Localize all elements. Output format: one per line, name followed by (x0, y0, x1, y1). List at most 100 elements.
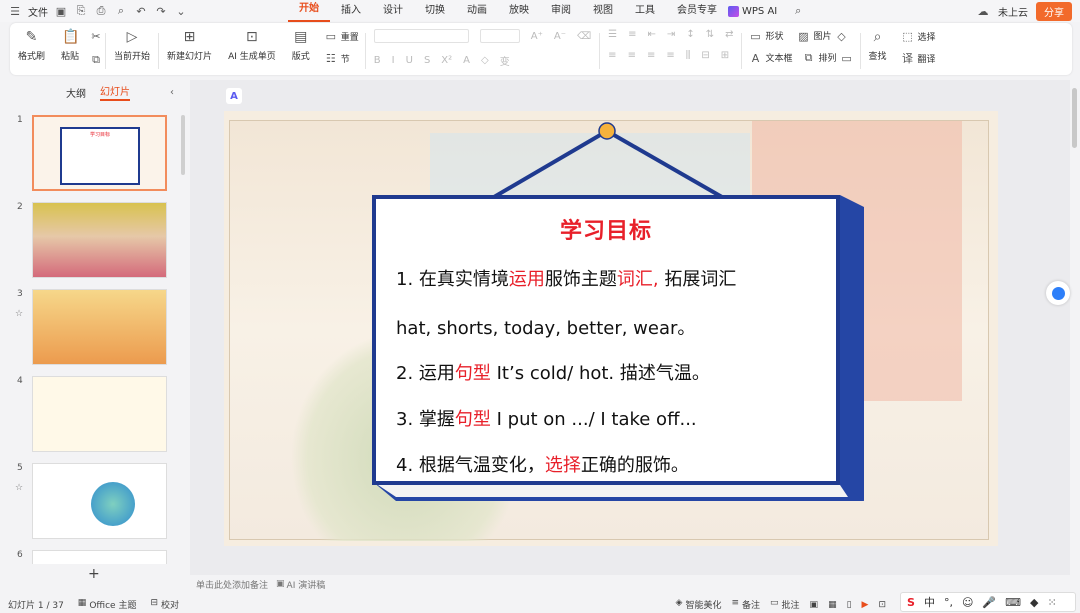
section-button[interactable]: ☷ 节 (324, 51, 359, 65)
justify-icon[interactable]: ≡ (666, 50, 674, 61)
menu-item[interactable]: 切换 (414, 0, 456, 22)
print-icon[interactable]: ⎙ (94, 4, 108, 18)
apps-icon[interactable]: ⁙ (1047, 596, 1056, 609)
slideshow-icon[interactable]: ▶ (862, 600, 869, 610)
menu-item[interactable]: 工具 (624, 0, 666, 22)
format-painter-button[interactable]: ✎ 格式刷 (10, 29, 53, 73)
highlight-icon[interactable]: ◇ (481, 55, 489, 66)
tab-outline[interactable]: 大纲 (66, 85, 86, 100)
slide-thumbnail[interactable] (32, 202, 167, 278)
text-dir-icon[interactable]: ⇄ (725, 29, 733, 40)
select-button[interactable]: ⬚ 选择 (901, 29, 935, 43)
current-slide[interactable]: 学习目标 1. 在真实情境运用服饰主题词汇, 拓展词汇 hat, shorts,… (224, 111, 998, 546)
paste-button[interactable]: 📋 粘贴 (53, 29, 87, 73)
wps-ai-button[interactable]: WPS AI (728, 5, 777, 17)
star-icon[interactable]: ☆ (15, 309, 23, 319)
ai-page-button[interactable]: ⊡ AI 生成单页 (220, 29, 284, 73)
image-button[interactable]: ▨ 图片 (797, 29, 831, 43)
slide-thumb-row[interactable]: 4 (0, 376, 186, 454)
grow-font-icon[interactable]: A⁺ (531, 31, 543, 42)
menu-icon[interactable]: ☰ (8, 4, 22, 18)
menu-item[interactable]: 审阅 (540, 0, 582, 22)
undo-icon[interactable]: ↶ (134, 4, 148, 18)
font-name-box[interactable] (373, 29, 469, 43)
slide-thumbnail[interactable] (32, 463, 167, 539)
keyboard-icon[interactable]: ⌨ (1005, 596, 1021, 609)
redo-icon[interactable]: ↷ (154, 4, 168, 18)
translate-button[interactable]: 译翻译 (901, 51, 936, 65)
emoji-icon[interactable]: ☺ (962, 596, 973, 609)
text-align-icon[interactable]: ⊞ (721, 50, 729, 61)
preview-icon[interactable]: ⌕ (114, 4, 128, 18)
sort-icon[interactable]: ⇅ (706, 29, 714, 40)
floating-assistant-button[interactable] (1046, 281, 1070, 305)
objectives-board[interactable]: 学习目标 1. 在真实情境运用服饰主题词汇, 拓展词汇 hat, shorts,… (372, 195, 840, 485)
add-slide-button[interactable]: + (88, 566, 100, 582)
ai-speech-button[interactable]: ▣ AI 演讲稿 (276, 578, 325, 591)
line-spacing-icon[interactable]: ↕ (686, 29, 694, 40)
normal-view-icon[interactable]: ▣ (810, 600, 819, 610)
star-icon[interactable]: ☆ (15, 483, 23, 493)
x2-icon[interactable]: X² (441, 55, 452, 66)
copy-icon[interactable]: ⧉ (89, 53, 103, 67)
font-color-icon[interactable]: A (463, 55, 470, 66)
align-right-icon[interactable]: ≡ (647, 50, 655, 61)
canvas-scrollbar[interactable] (1072, 88, 1077, 148)
collapse-panel-icon[interactable]: ‹ (170, 87, 174, 98)
sorter-view-icon[interactable]: ▦ (828, 600, 837, 610)
proofread-button[interactable]: ⊟ 校对 (150, 598, 179, 611)
ime-lang[interactable]: 中 (924, 594, 935, 610)
new-slide-button[interactable]: ⊞ 新建幻灯片 (159, 29, 220, 73)
shape-button[interactable]: ▭ 形状 (748, 29, 783, 43)
font-size-box[interactable] (479, 29, 520, 43)
reading-view-icon[interactable]: ▯ (847, 600, 852, 610)
export-icon[interactable]: ⎘ (74, 4, 88, 18)
increase-indent-icon[interactable]: ⇥ (667, 29, 675, 40)
italic-icon[interactable]: I (392, 55, 395, 66)
fit-window-icon[interactable]: ⊡ (878, 600, 886, 610)
notes-placeholder[interactable]: 单击此处添加备注 (196, 578, 268, 591)
slide-thumb-row[interactable]: 1 学习目标 (0, 115, 186, 193)
slide-thumbnail[interactable] (32, 289, 167, 365)
file-menu[interactable]: 文件 (28, 4, 48, 19)
cloud-status[interactable]: 未上云 (998, 4, 1028, 19)
arrange-button[interactable]: ⧉ 排列 (802, 51, 837, 65)
menu-item[interactable]: 动画 (456, 0, 498, 22)
decrease-indent-icon[interactable]: ⇤ (648, 29, 656, 40)
columns-icon[interactable]: ⫼ (686, 50, 691, 61)
theme-button[interactable]: ▦ Office 主题 (78, 598, 137, 611)
menu-item[interactable]: 设计 (372, 0, 414, 22)
align-center-icon[interactable]: ≡ (628, 50, 636, 61)
search-icon[interactable]: ⌕ (791, 4, 805, 18)
slide-thumb-row[interactable]: 5 ☆ (0, 463, 186, 541)
cut-icon[interactable]: ✂ (89, 29, 103, 43)
slide-thumbnail[interactable] (32, 550, 167, 564)
menu-item[interactable]: 插入 (330, 0, 372, 22)
slide-thumb-row[interactable]: 6 (0, 550, 186, 564)
slide-thumbnail[interactable]: 学习目标 (32, 115, 167, 191)
numbering-icon[interactable]: ≡ (628, 29, 636, 40)
char-spacing-icon[interactable]: 变 (500, 53, 510, 68)
align-left-icon[interactable]: ≡ (608, 50, 616, 61)
menu-item[interactable]: 放映 (498, 0, 540, 22)
panel-scrollbar[interactable] (181, 115, 185, 175)
play-from-current-button[interactable]: ▷ 当前开始 (106, 29, 158, 73)
outline-icon[interactable]: ▭ (840, 51, 854, 65)
bullets-icon[interactable]: ☰ (608, 29, 617, 40)
shrink-font-icon[interactable]: A⁻ (554, 31, 566, 42)
notes-toggle-button[interactable]: ≡ 备注 (731, 598, 760, 611)
menu-item[interactable]: 开始 (288, 0, 330, 22)
punctuation-icon[interactable]: °, (944, 596, 953, 609)
slide-thumbnail[interactable] (32, 376, 167, 452)
ime-logo-icon[interactable]: S (907, 596, 915, 609)
underline-icon[interactable]: U (406, 55, 413, 66)
comments-button[interactable]: ▭ 批注 (770, 598, 800, 611)
clear-format-icon[interactable]: ⌫ (577, 31, 591, 42)
layout-button[interactable]: ▤ 版式 (284, 29, 318, 73)
fill-icon[interactable]: ◇ (835, 29, 849, 43)
textbox-button[interactable]: A 文本框 (748, 51, 793, 65)
more-dropdown-icon[interactable]: ⌄ (174, 4, 188, 18)
mic-icon[interactable]: 🎤 (982, 596, 996, 609)
bold-icon[interactable]: B (374, 55, 381, 66)
save-icon[interactable]: ▣ (54, 4, 68, 18)
